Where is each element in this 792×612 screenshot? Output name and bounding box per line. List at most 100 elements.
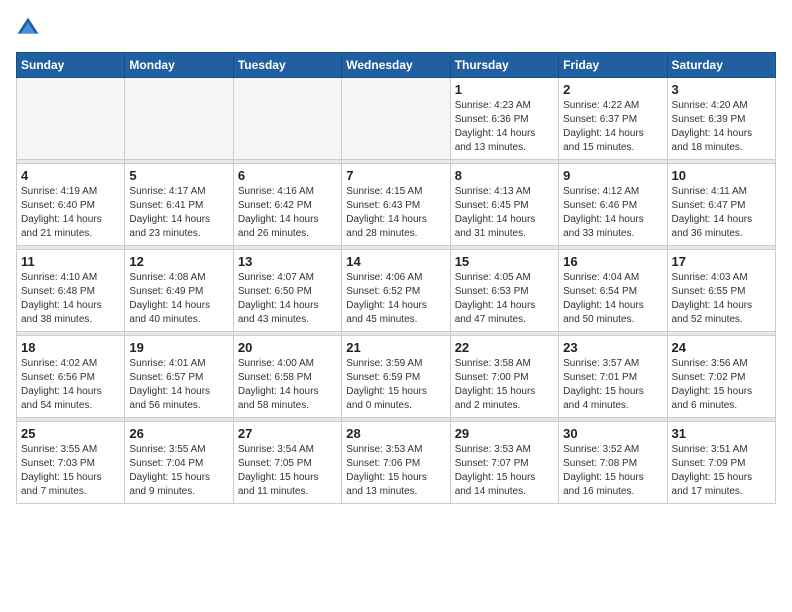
day-number: 21: [346, 340, 445, 355]
calendar-cell: 10 Sunrise: 4:11 AM Sunset: 6:47 PM Dayli…: [667, 164, 775, 246]
day-info: Sunrise: 4:00 AM Sunset: 6:58 PM Dayligh…: [238, 357, 337, 413]
day-number: 17: [672, 254, 771, 269]
calendar-cell: 31 Sunrise: 3:51 AM Sunset: 7:09 PM Dayli…: [667, 422, 775, 504]
calendar-cell: 17 Sunrise: 4:03 AM Sunset: 6:55 PM Dayli…: [667, 250, 775, 332]
day-number: 30: [563, 426, 662, 441]
calendar-week-5: 25 Sunrise: 3:55 AM Sunset: 7:03 PM Dayli…: [17, 422, 776, 504]
day-number: 4: [21, 168, 120, 183]
day-info: Sunrise: 4:17 AM Sunset: 6:41 PM Dayligh…: [129, 185, 228, 241]
day-info: Sunrise: 4:20 AM Sunset: 6:39 PM Dayligh…: [672, 99, 771, 155]
day-number: 7: [346, 168, 445, 183]
day-number: 5: [129, 168, 228, 183]
day-number: 10: [672, 168, 771, 183]
calendar-cell: 30 Sunrise: 3:52 AM Sunset: 7:08 PM Dayli…: [559, 422, 667, 504]
day-number: 18: [21, 340, 120, 355]
day-info: Sunrise: 4:02 AM Sunset: 6:56 PM Dayligh…: [21, 357, 120, 413]
day-info: Sunrise: 4:08 AM Sunset: 6:49 PM Dayligh…: [129, 271, 228, 327]
day-info: Sunrise: 3:52 AM Sunset: 7:08 PM Dayligh…: [563, 443, 662, 499]
day-number: 1: [455, 82, 554, 97]
day-info: Sunrise: 3:56 AM Sunset: 7:02 PM Dayligh…: [672, 357, 771, 413]
day-number: 14: [346, 254, 445, 269]
day-info: Sunrise: 3:57 AM Sunset: 7:01 PM Dayligh…: [563, 357, 662, 413]
calendar-cell: [342, 78, 450, 160]
day-number: 27: [238, 426, 337, 441]
day-info: Sunrise: 3:55 AM Sunset: 7:03 PM Dayligh…: [21, 443, 120, 499]
day-number: 28: [346, 426, 445, 441]
calendar-cell: 21Sunrise: 3:59 AM Sunset: 6:59 PM Dayli…: [342, 336, 450, 418]
weekday-header-saturday: Saturday: [667, 53, 775, 78]
day-info: Sunrise: 4:22 AM Sunset: 6:37 PM Dayligh…: [563, 99, 662, 155]
day-number: 19: [129, 340, 228, 355]
calendar-cell: 3 Sunrise: 4:20 AM Sunset: 6:39 PM Daylig…: [667, 78, 775, 160]
day-number: 2: [563, 82, 662, 97]
calendar-cell: 12 Sunrise: 4:08 AM Sunset: 6:49 PM Dayli…: [125, 250, 233, 332]
calendar-cell: 26 Sunrise: 3:55 AM Sunset: 7:04 PM Dayli…: [125, 422, 233, 504]
day-info: Sunrise: 4:11 AM Sunset: 6:47 PM Dayligh…: [672, 185, 771, 241]
calendar-cell: 2 Sunrise: 4:22 AM Sunset: 6:37 PM Daylig…: [559, 78, 667, 160]
calendar-cell: 18 Sunrise: 4:02 AM Sunset: 6:56 PM Dayli…: [17, 336, 125, 418]
calendar-table: SundayMondayTuesdayWednesdayThursdayFrid…: [16, 52, 776, 504]
day-info: Sunrise: 4:07 AM Sunset: 6:50 PM Dayligh…: [238, 271, 337, 327]
calendar-cell: [233, 78, 341, 160]
day-number: 11: [21, 254, 120, 269]
calendar-body: 1 Sunrise: 4:23 AM Sunset: 6:36 PM Daylig…: [17, 78, 776, 504]
day-number: 25: [21, 426, 120, 441]
calendar-week-1: 1 Sunrise: 4:23 AM Sunset: 6:36 PM Daylig…: [17, 78, 776, 160]
calendar-cell: 8 Sunrise: 4:13 AM Sunset: 6:45 PM Daylig…: [450, 164, 558, 246]
calendar-cell: 27 Sunrise: 3:54 AM Sunset: 7:05 PM Dayli…: [233, 422, 341, 504]
day-number: 15: [455, 254, 554, 269]
day-number: 13: [238, 254, 337, 269]
calendar-cell: 14Sunrise: 4:06 AM Sunset: 6:52 PM Dayli…: [342, 250, 450, 332]
weekday-header-tuesday: Tuesday: [233, 53, 341, 78]
day-info: Sunrise: 3:51 AM Sunset: 7:09 PM Dayligh…: [672, 443, 771, 499]
day-number: 23: [563, 340, 662, 355]
day-info: Sunrise: 3:53 AM Sunset: 7:07 PM Dayligh…: [455, 443, 554, 499]
calendar-cell: 7 Sunrise: 4:15 AM Sunset: 6:43 PM Daylig…: [342, 164, 450, 246]
day-info: Sunrise: 4:03 AM Sunset: 6:55 PM Dayligh…: [672, 271, 771, 327]
day-info: Sunrise: 3:53 AM Sunset: 7:06 PM Dayligh…: [346, 443, 445, 499]
day-number: 12: [129, 254, 228, 269]
day-info: Sunrise: 4:15 AM Sunset: 6:43 PM Dayligh…: [346, 185, 445, 241]
day-info: Sunrise: 4:01 AM Sunset: 6:57 PM Dayligh…: [129, 357, 228, 413]
calendar-week-2: 4 Sunrise: 4:19 AM Sunset: 6:40 PM Daylig…: [17, 164, 776, 246]
weekday-header-row: SundayMondayTuesdayWednesdayThursdayFrid…: [17, 53, 776, 78]
day-number: 31: [672, 426, 771, 441]
calendar-header: SundayMondayTuesdayWednesdayThursdayFrid…: [17, 53, 776, 78]
calendar-cell: 19 Sunrise: 4:01 AM Sunset: 6:57 PM Dayli…: [125, 336, 233, 418]
calendar-cell: 28 Sunrise: 3:53 AM Sunset: 7:06 PM Dayli…: [342, 422, 450, 504]
day-number: 3: [672, 82, 771, 97]
day-info: Sunrise: 3:55 AM Sunset: 7:04 PM Dayligh…: [129, 443, 228, 499]
day-number: 8: [455, 168, 554, 183]
calendar-cell: 29Sunrise: 3:53 AM Sunset: 7:07 PM Dayli…: [450, 422, 558, 504]
day-number: 20: [238, 340, 337, 355]
day-info: Sunrise: 4:13 AM Sunset: 6:45 PM Dayligh…: [455, 185, 554, 241]
weekday-header-sunday: Sunday: [17, 53, 125, 78]
day-number: 24: [672, 340, 771, 355]
calendar-cell: 13 Sunrise: 4:07 AM Sunset: 6:50 PM Dayli…: [233, 250, 341, 332]
day-info: Sunrise: 4:04 AM Sunset: 6:54 PM Dayligh…: [563, 271, 662, 327]
weekday-header-monday: Monday: [125, 53, 233, 78]
calendar-cell: 15 Sunrise: 4:05 AM Sunset: 6:53 PM Dayli…: [450, 250, 558, 332]
calendar-cell: 11Sunrise: 4:10 AM Sunset: 6:48 PM Dayli…: [17, 250, 125, 332]
day-info: Sunrise: 4:16 AM Sunset: 6:42 PM Dayligh…: [238, 185, 337, 241]
calendar-week-3: 11Sunrise: 4:10 AM Sunset: 6:48 PM Dayli…: [17, 250, 776, 332]
calendar-cell: [125, 78, 233, 160]
day-info: Sunrise: 4:23 AM Sunset: 6:36 PM Dayligh…: [455, 99, 554, 155]
day-number: 22: [455, 340, 554, 355]
calendar-cell: 5 Sunrise: 4:17 AM Sunset: 6:41 PM Daylig…: [125, 164, 233, 246]
day-info: Sunrise: 4:05 AM Sunset: 6:53 PM Dayligh…: [455, 271, 554, 327]
day-number: 26: [129, 426, 228, 441]
day-number: 9: [563, 168, 662, 183]
day-number: 16: [563, 254, 662, 269]
logo: [16, 16, 44, 40]
calendar-cell: 22 Sunrise: 3:58 AM Sunset: 7:00 PM Dayli…: [450, 336, 558, 418]
day-info: Sunrise: 4:19 AM Sunset: 6:40 PM Dayligh…: [21, 185, 120, 241]
day-info: Sunrise: 3:54 AM Sunset: 7:05 PM Dayligh…: [238, 443, 337, 499]
calendar-week-4: 18 Sunrise: 4:02 AM Sunset: 6:56 PM Dayli…: [17, 336, 776, 418]
calendar-cell: 6Sunrise: 4:16 AM Sunset: 6:42 PM Daylig…: [233, 164, 341, 246]
calendar-cell: 9Sunrise: 4:12 AM Sunset: 6:46 PM Daylig…: [559, 164, 667, 246]
calendar-cell: 1 Sunrise: 4:23 AM Sunset: 6:36 PM Daylig…: [450, 78, 558, 160]
day-info: Sunrise: 3:58 AM Sunset: 7:00 PM Dayligh…: [455, 357, 554, 413]
calendar-cell: 24 Sunrise: 3:56 AM Sunset: 7:02 PM Dayli…: [667, 336, 775, 418]
calendar-cell: 23 Sunrise: 3:57 AM Sunset: 7:01 PM Dayli…: [559, 336, 667, 418]
